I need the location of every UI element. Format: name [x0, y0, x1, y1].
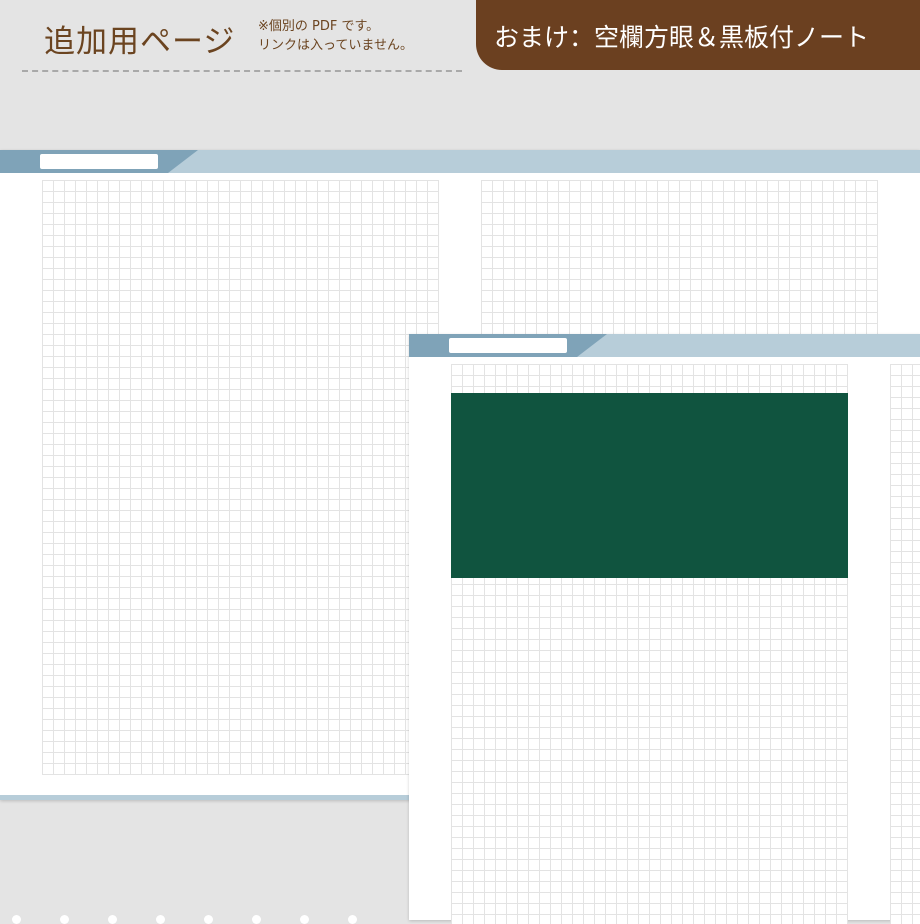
- header-divider: [22, 70, 462, 72]
- header-title: 追加用ページ: [44, 24, 236, 60]
- chalkboard: [451, 393, 848, 578]
- bonus-banner: おまけ：空欄方眼＆黒板付ノート: [476, 0, 920, 70]
- page-tab-label: [449, 338, 567, 353]
- grid-left: [42, 180, 439, 775]
- header-note-line-1: ※個別の PDF です。: [258, 19, 380, 34]
- page-tab-label: [40, 154, 158, 169]
- grid-side: [890, 364, 920, 924]
- chalkboard-grid-page: [409, 334, 920, 924]
- bonus-banner-text: おまけ：空欄方眼＆黒板付ノート: [494, 23, 870, 52]
- header-note-line-2: リンクは入っていません。: [258, 38, 413, 53]
- header-note: ※個別の PDF です。 リンクは入っていません。: [258, 17, 413, 55]
- binder-dots: [12, 911, 432, 924]
